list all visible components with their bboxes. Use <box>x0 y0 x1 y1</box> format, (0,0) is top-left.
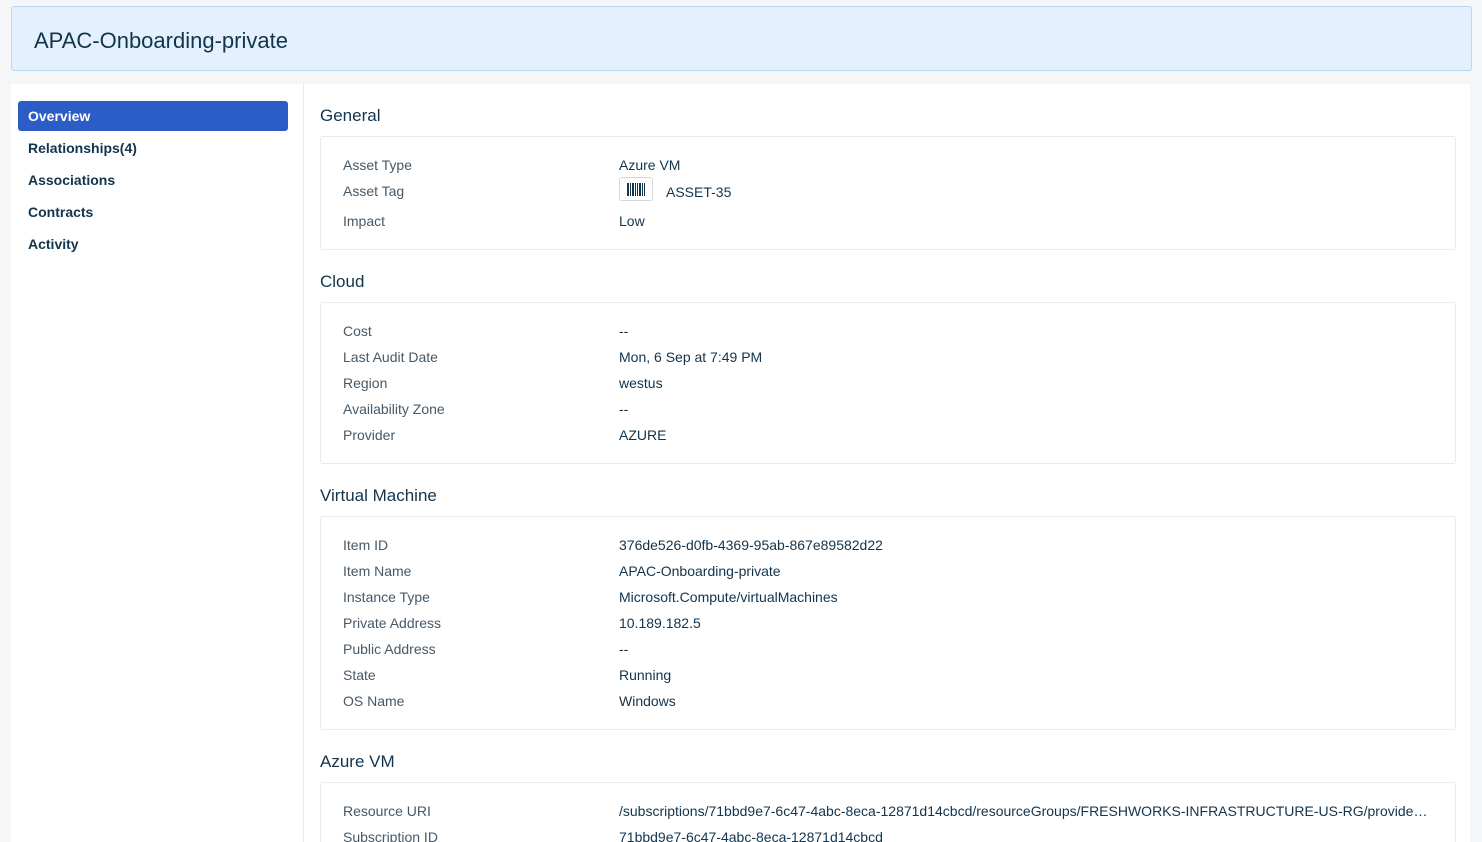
field-label: Region <box>343 375 388 391</box>
field-label: Instance Type <box>343 589 430 605</box>
field-row: Region westus <box>321 373 1455 393</box>
field-value: Microsoft.Compute/virtualMachines <box>619 589 838 605</box>
field-label: Provider <box>343 427 396 443</box>
field-label: Cost <box>343 323 372 339</box>
field-label: Resource URI <box>343 803 431 819</box>
field-row: State Running <box>321 665 1455 685</box>
field-row: Provider AZURE <box>321 425 1455 445</box>
page-header: APAC-Onboarding-private <box>11 6 1472 71</box>
field-row: Item ID 376de526-d0fb-4369-95ab-867e8958… <box>321 535 1455 555</box>
field-row: Impact Low <box>321 211 1455 231</box>
field-value: Running <box>619 667 672 683</box>
card-virtual-machine: Item ID 376de526-d0fb-4369-95ab-867e8958… <box>320 516 1456 730</box>
field-row: Resource URI /subscriptions/71bbd9e7-6c4… <box>321 801 1455 821</box>
field-row: Last Audit Date Mon, 6 Sep at 7:49 PM <box>321 347 1455 367</box>
field-row: Asset Tag ASSET-35 <box>321 177 1455 202</box>
field-row: Item Name APAC-Onboarding-private <box>321 561 1455 581</box>
field-label: Subscription ID <box>343 829 438 842</box>
field-label: State <box>343 667 376 683</box>
field-value: /subscriptions/71bbd9e7-6c47-4abc-8eca-1… <box>619 803 1429 819</box>
field-row: Asset Type Azure VM <box>321 155 1455 175</box>
field-row: Private Address 10.189.182.5 <box>321 613 1455 633</box>
field-value: AZURE <box>619 427 667 443</box>
field-label: Public Address <box>343 641 436 657</box>
field-value: APAC-Onboarding-private <box>619 563 781 579</box>
page-title: APAC-Onboarding-private <box>34 28 288 53</box>
card-cloud: Cost -- Last Audit Date Mon, 6 Sep at 7:… <box>320 302 1456 464</box>
main-content: General Asset Type Azure VM Asset Tag AS… <box>304 84 1470 842</box>
field-label: Item ID <box>343 537 389 553</box>
section-title-azure-vm: Azure VM <box>320 752 395 771</box>
field-label: Asset Type <box>343 157 413 173</box>
field-value: ASSET-35 <box>666 184 732 200</box>
field-value: Windows <box>619 693 676 709</box>
sidebar-item-activity[interactable]: Activity <box>18 229 288 259</box>
field-value: -- <box>619 401 629 417</box>
sidebar-item-associations[interactable]: Associations <box>18 165 288 195</box>
section-title-general: General <box>320 106 381 125</box>
field-value: 376de526-d0fb-4369-95ab-867e89582d22 <box>619 537 883 553</box>
field-value: -- <box>619 323 629 339</box>
card-azure-vm: Resource URI /subscriptions/71bbd9e7-6c4… <box>320 782 1456 842</box>
field-label: Item Name <box>343 563 412 579</box>
barcode-icon[interactable] <box>619 177 653 201</box>
field-label: OS Name <box>343 693 405 709</box>
field-value: -- <box>619 641 629 657</box>
field-value: 71bbd9e7-6c47-4abc-8eca-12871d14cbcd <box>619 829 883 842</box>
sidebar-item-overview[interactable]: Overview <box>18 101 288 131</box>
field-label: Impact <box>343 213 386 229</box>
field-row: Availability Zone -- <box>321 399 1455 419</box>
section-title-virtual-machine: Virtual Machine <box>320 486 437 505</box>
sidebar-item-contracts[interactable]: Contracts <box>18 197 288 227</box>
field-row: Instance Type Microsoft.Compute/virtualM… <box>321 587 1455 607</box>
field-value: Mon, 6 Sep at 7:49 PM <box>619 349 763 365</box>
field-value: 10.189.182.5 <box>619 615 701 631</box>
field-label: Availability Zone <box>343 401 445 417</box>
sidebar: Overview Relationships(4) Associations C… <box>11 84 304 842</box>
field-value: westus <box>619 375 663 391</box>
section-title-cloud: Cloud <box>320 272 365 291</box>
field-label: Private Address <box>343 615 442 631</box>
field-value: Azure VM <box>619 157 681 173</box>
field-label: Asset Tag <box>343 183 405 199</box>
sidebar-item-relationships[interactable]: Relationships(4) <box>18 133 288 163</box>
field-value: Low <box>619 213 645 229</box>
field-label: Last Audit Date <box>343 349 438 365</box>
field-row: OS Name Windows <box>321 691 1455 711</box>
field-row: Subscription ID 71bbd9e7-6c47-4abc-8eca-… <box>321 827 1455 842</box>
field-row: Public Address -- <box>321 639 1455 659</box>
card-general: Asset Type Azure VM Asset Tag ASSET-35 I… <box>320 136 1456 250</box>
field-row: Cost -- <box>321 321 1455 341</box>
